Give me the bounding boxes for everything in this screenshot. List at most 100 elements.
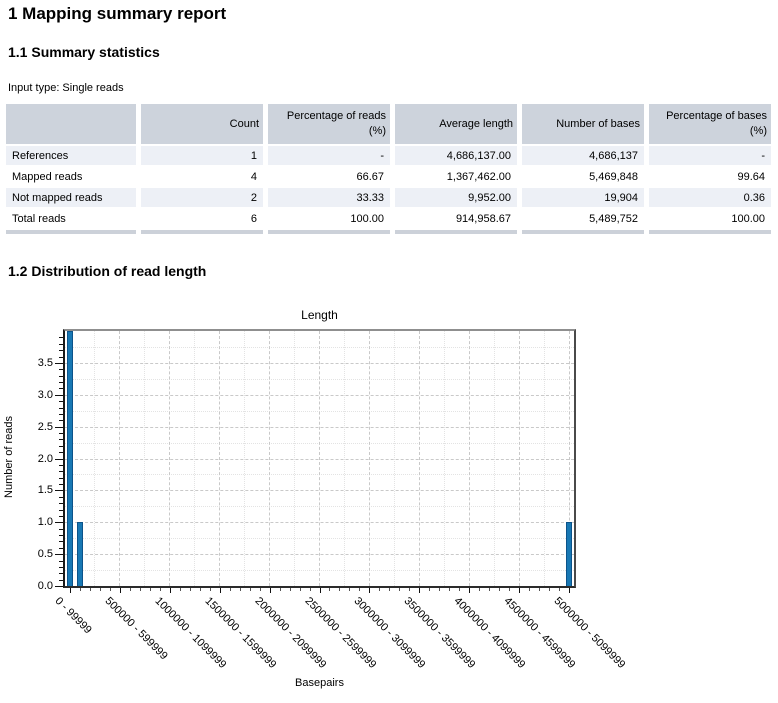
- x-tick-mark: [399, 588, 400, 591]
- y-tick-label: 1.5: [23, 484, 53, 496]
- x-tick-mark: [290, 588, 291, 591]
- y-tick-label: 1.0: [23, 516, 53, 528]
- y-tick-mark: [59, 414, 63, 415]
- x-tick-mark: [170, 588, 171, 593]
- x-tick-mark: [509, 588, 510, 591]
- x-tick-mark: [130, 588, 131, 591]
- x-tick-mark: [120, 588, 121, 593]
- table-row: References 1 - 4,686,137.00 4,686,137 -: [6, 146, 771, 165]
- y-tick-mark: [59, 567, 63, 568]
- y-tick-mark: [59, 446, 63, 447]
- x-tick-mark: [310, 588, 311, 591]
- y-tick-mark: [59, 478, 63, 479]
- cell-count: 2: [141, 188, 263, 207]
- x-tick-mark: [150, 588, 151, 591]
- x-tick-mark: [70, 588, 71, 593]
- y-tick-mark: [59, 439, 63, 440]
- table-header-row: Count Percentage of reads (%) Average le…: [6, 104, 771, 144]
- y-tick-mark: [59, 408, 63, 409]
- x-tick-mark: [379, 588, 380, 591]
- read-length-histogram: Length Number of reads 0.00.51.01.52.02.…: [0, 300, 640, 703]
- column-header-avg-length: Average length: [395, 104, 517, 144]
- y-tick-mark: [59, 503, 63, 504]
- x-tick-mark: [419, 588, 420, 593]
- row-label: Mapped reads: [6, 167, 136, 186]
- y-tick-mark: [55, 363, 63, 364]
- y-tick-mark: [59, 529, 63, 530]
- y-tick-mark: [55, 490, 63, 491]
- summary-statistics-table: Count Percentage of reads (%) Average le…: [1, 102, 776, 236]
- y-tick-mark: [59, 357, 63, 358]
- x-tick-mark: [200, 588, 201, 591]
- x-tick-mark: [489, 588, 490, 591]
- major-gridline: [419, 331, 420, 586]
- y-tick-mark: [59, 573, 63, 574]
- x-tick-mark: [329, 588, 330, 591]
- cell-num-bases: 4,686,137: [522, 146, 644, 165]
- y-tick-label: 0.5: [23, 548, 53, 560]
- y-tick-label: 3.5: [23, 357, 53, 369]
- major-gridline: [369, 331, 370, 586]
- y-tick-mark: [59, 350, 63, 351]
- x-tick-mark: [449, 588, 450, 591]
- y-tick-mark: [59, 541, 63, 542]
- x-tick-mark: [469, 588, 470, 593]
- cell-pct-bases: 100.00: [649, 209, 771, 228]
- cell-pct-bases: 0.36: [649, 188, 771, 207]
- cell-pct-reads: 100.00: [268, 209, 390, 228]
- x-tick-mark: [389, 588, 390, 591]
- x-tick-mark: [270, 588, 271, 593]
- column-header-num-bases: Number of bases: [522, 104, 644, 144]
- y-tick-mark: [59, 471, 63, 472]
- x-tick-mark: [409, 588, 410, 591]
- report-page: 1 Mapping summary report 1.1 Summary sta…: [0, 0, 778, 703]
- cell-avg-length: 9,952.00: [395, 188, 517, 207]
- y-tick-mark: [55, 395, 63, 396]
- y-tick-mark: [59, 369, 63, 370]
- cell-pct-reads: -: [268, 146, 390, 165]
- column-header-count: Count: [141, 104, 263, 144]
- cell-pct-bases: -: [649, 146, 771, 165]
- x-tick-mark: [220, 588, 221, 593]
- table-bottom-strip: [6, 230, 771, 234]
- x-tick-mark: [339, 588, 340, 591]
- row-label: Not mapped reads: [6, 188, 136, 207]
- y-tick-label: 2.5: [23, 421, 53, 433]
- x-tick-label: 0 - 99999: [52, 595, 93, 636]
- y-tick-mark: [55, 459, 63, 460]
- column-header-label: [6, 104, 136, 144]
- major-gridline: [119, 331, 120, 586]
- table-row: Not mapped reads 2 33.33 9,952.00 19,904…: [6, 188, 771, 207]
- x-axis-label: Basepairs: [63, 677, 576, 689]
- cell-count: 1: [141, 146, 263, 165]
- y-tick-mark: [59, 535, 63, 536]
- row-label: References: [6, 146, 136, 165]
- x-tick-mark: [499, 588, 500, 591]
- x-tick-mark: [479, 588, 480, 591]
- y-tick-label: 2.0: [23, 453, 53, 465]
- x-tick-mark: [190, 588, 191, 591]
- cell-num-bases: 5,489,752: [522, 209, 644, 228]
- major-gridline: [319, 331, 320, 586]
- x-tick-mark: [100, 588, 101, 591]
- x-tick-mark: [349, 588, 350, 591]
- x-tick-mark: [210, 588, 211, 591]
- x-tick-mark: [549, 588, 550, 591]
- cell-num-bases: 19,904: [522, 188, 644, 207]
- x-tick-mark: [90, 588, 91, 591]
- y-tick-mark: [55, 554, 63, 555]
- cell-avg-length: 4,686,137.00: [395, 146, 517, 165]
- y-tick-mark: [59, 382, 63, 383]
- x-tick-mark: [439, 588, 440, 591]
- y-tick-mark: [59, 580, 63, 581]
- y-tick-mark: [59, 465, 63, 466]
- y-tick-mark: [59, 388, 63, 389]
- y-tick-mark: [59, 510, 63, 511]
- y-tick-mark: [59, 420, 63, 421]
- y-tick-mark: [59, 376, 63, 377]
- x-tick-mark: [569, 588, 570, 593]
- x-tick-mark: [280, 588, 281, 591]
- y-tick-mark: [59, 401, 63, 402]
- y-tick-mark: [59, 516, 63, 517]
- x-tick-mark: [519, 588, 520, 593]
